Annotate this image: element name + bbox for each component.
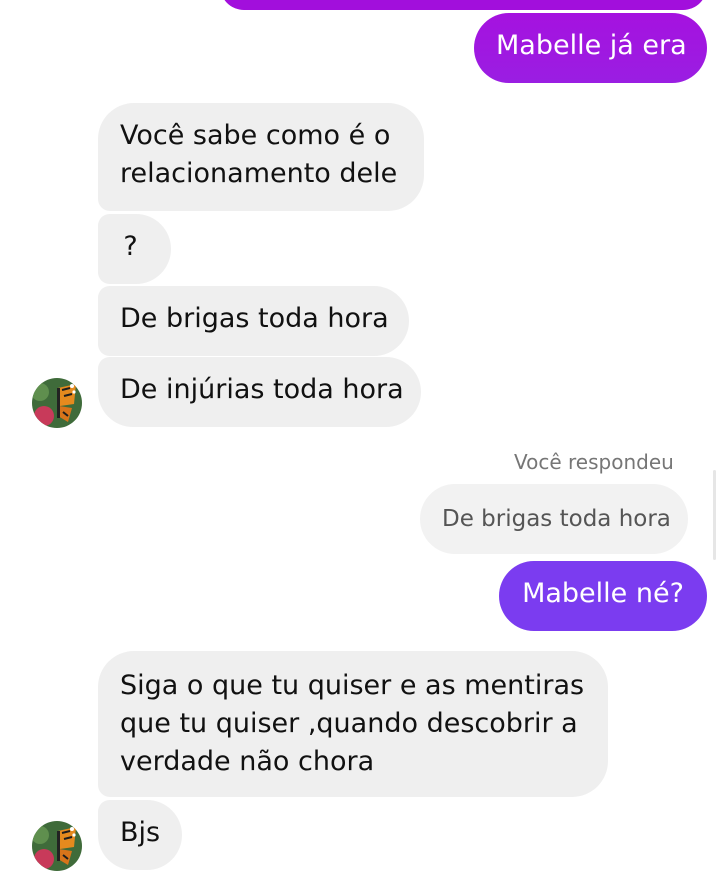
chat-thread: Mabelle já era Você sabe como é o relaci… — [0, 0, 720, 888]
quoted-text: De brigas toda hora — [442, 506, 671, 532]
incoming-message-bubble[interactable]: De injúrias toda hora — [98, 357, 421, 427]
butterfly-avatar-icon — [32, 821, 82, 871]
butterfly-avatar-icon — [32, 378, 82, 428]
message-text: Mabelle já era — [496, 30, 687, 61]
incoming-message-bubble[interactable]: ? — [98, 214, 171, 284]
message-text: ? — [123, 231, 138, 262]
message-text: Mabelle né? — [522, 578, 684, 609]
outgoing-message-bubble-partial[interactable] — [220, 0, 707, 10]
butterfly-avatar-icon[interactable] — [32, 378, 82, 428]
incoming-message-bubble[interactable]: Siga o que tu quiser e as mentiras que t… — [98, 651, 608, 797]
butterfly-avatar-icon[interactable] — [32, 821, 82, 871]
incoming-message-bubble[interactable]: De brigas toda hora — [98, 286, 409, 356]
scrollbar[interactable] — [713, 470, 716, 560]
message-text-line: relacionamento dele — [120, 158, 398, 189]
outgoing-message-bubble[interactable]: Mabelle já era — [474, 13, 707, 83]
incoming-message-bubble[interactable]: Você sabe como é o relacionamento dele — [98, 103, 424, 211]
message-text: De brigas toda hora — [120, 303, 389, 334]
message-text-line: que tu quiser ,quando descobrir a — [120, 708, 578, 739]
message-text-line: Siga o que tu quiser e as mentiras — [120, 670, 585, 701]
outgoing-message-bubble[interactable]: Mabelle né? — [499, 561, 707, 631]
message-text: Bjs — [120, 817, 161, 848]
reply-label: Você respondeu — [514, 450, 674, 474]
message-text-line: Você sabe como é o — [120, 120, 391, 151]
quoted-reply-bubble[interactable]: De brigas toda hora — [420, 484, 688, 554]
message-text-line: verdade não chora — [120, 746, 375, 777]
message-text: De injúrias toda hora — [120, 374, 404, 405]
incoming-message-bubble[interactable]: Bjs — [98, 800, 182, 870]
